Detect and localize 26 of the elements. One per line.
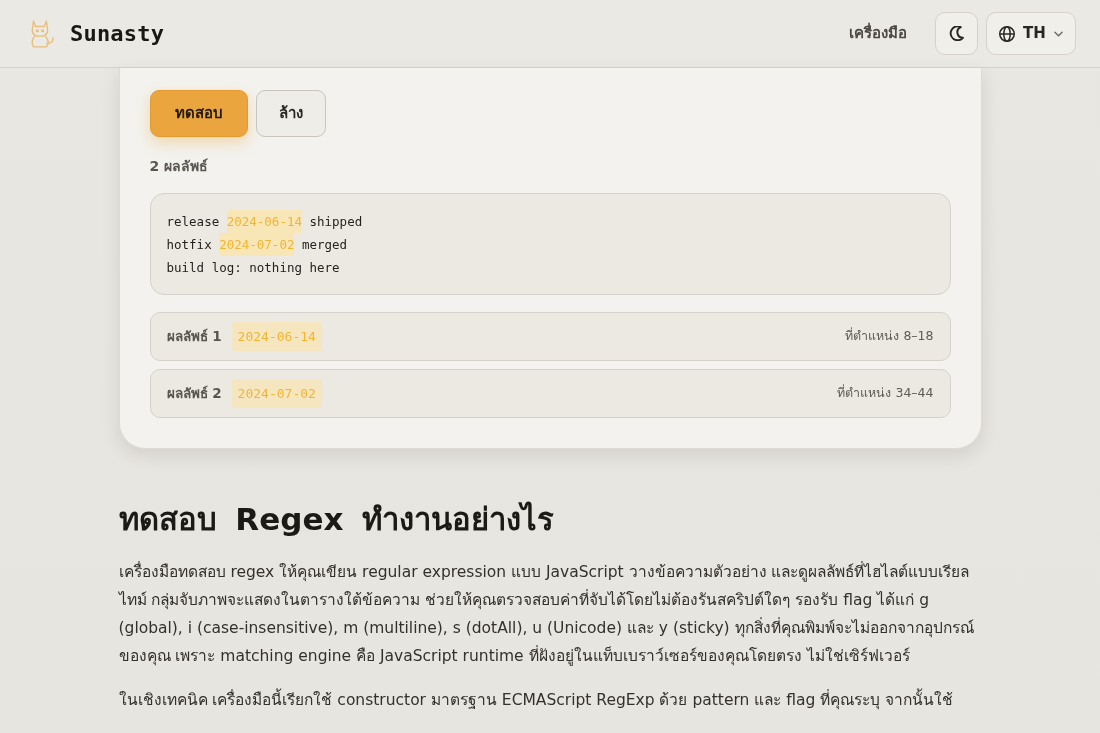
moon-icon	[949, 26, 964, 41]
clear-button[interactable]: ล้าง	[255, 90, 326, 137]
body-paragraph: เครื่องมือทดสอบ regex ให้คุณเขียน regular expression แบบ JavaScript วางข้อความตัวอย่าง และดูผลลัพธ์ที่ไฮไลต์แบบเรียลไทม์ กลุ่มจับภาพจะแสดงในตารางใต้ข้อความ ช่วยให้คุณตรวจสอบค่าที่จับได้โดยไม่ต้องรันสคริปต์ใดๆ รองรับ flag ได้แก่ g (global), i (case-insensitive), m (multiline), s (dotAll), u (Unicode) และ y (sticky) ทุกสิ่งที่คุณพิมพ์จะไม่ออกจากอุปกรณ์ของคุณ เพราะ matching engine คือ JavaScript runtime ที่ฝังอยู่ในแท็บเบราว์เซอร์ของคุณโดยตรง ไม่ใช่เซิร์ฟเวอร์	[118, 560, 975, 668]
chevron-down-icon	[1053, 30, 1063, 37]
body-paragraph: ในเชิงเทคนิค เครื่องมือนี้เรียกใช้ constructor มาตรฐาน ECMAScript RegExp ด้วย pattern และ flag ที่คุณระบุ จากนั้นใช้	[118, 686, 982, 715]
match-position: ที่ตำแหน่ง 8–18	[845, 327, 934, 346]
log-text: release	[166, 213, 221, 231]
theme-toggle-button[interactable]	[935, 12, 978, 55]
match-highlight: 2024-07-02	[219, 233, 295, 256]
log-text: shipped	[308, 213, 363, 231]
match-position: ที่ตำแหน่ง 34–44	[837, 384, 934, 403]
language-button[interactable]: TH	[986, 12, 1076, 55]
log-text: hotfix	[166, 236, 213, 254]
nav-link[interactable]: เครื่องมือ	[849, 22, 907, 45]
match-highlight: 2024-06-14	[226, 210, 302, 233]
match-value: 2024-06-14	[231, 321, 322, 352]
section-heading: ทดสอบ Regex ทำงานอย่างไร	[118, 501, 556, 539]
match-count: 2 ผลลัพธ์	[149, 157, 210, 176]
match-value: 2024-07-02	[231, 378, 322, 409]
log-text: merged	[300, 236, 348, 254]
test-button[interactable]: ทดสอบ	[149, 90, 248, 137]
globe-icon	[999, 25, 1016, 42]
log-text: build log: nothing here	[166, 259, 340, 277]
match-label: ผลลัพธ์ 2	[166, 384, 222, 404]
match-label: ผลลัพธ์ 1	[166, 327, 222, 347]
brand-name: Sunasty	[70, 20, 165, 48]
